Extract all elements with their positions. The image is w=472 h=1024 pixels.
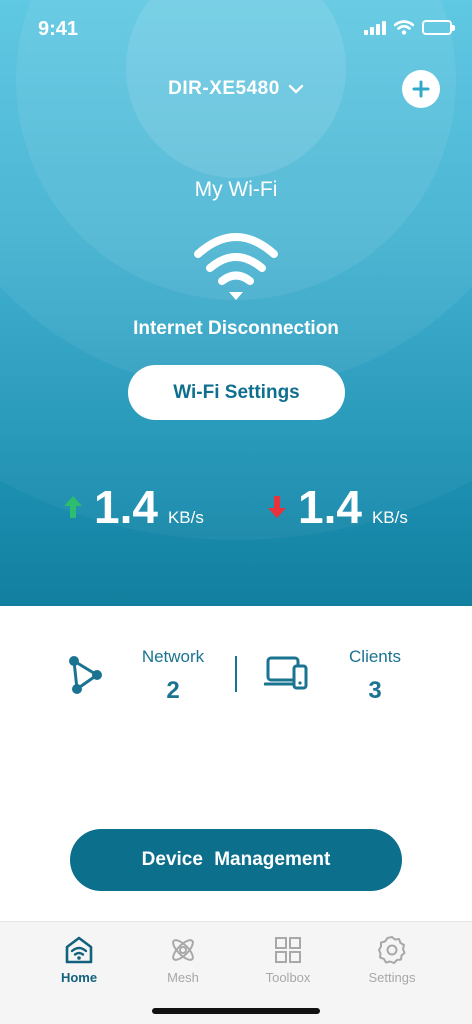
add-device-button[interactable] xyxy=(402,70,440,108)
device-name: DIR-XE5480 xyxy=(168,78,280,99)
tab-bar: Home Mesh Toolbox Settings xyxy=(0,921,472,1024)
mesh-icon xyxy=(172,939,194,961)
tab-label: Mesh xyxy=(167,970,199,985)
upload-arrow-icon xyxy=(64,496,82,518)
plus-icon xyxy=(412,80,430,98)
battery-icon xyxy=(422,20,455,35)
download-arrow-icon xyxy=(268,496,286,518)
network-icon[interactable] xyxy=(66,654,106,696)
download-speed: 1.4 KB/s xyxy=(266,480,408,534)
wifi-settings-button[interactable]: Wi-Fi Settings xyxy=(128,365,345,420)
hero-panel: 9:41 DIR-XE5480 My Wi-Fi Internet Discon… xyxy=(0,0,472,606)
clients-value[interactable]: 3 xyxy=(330,677,420,705)
upload-speed: 1.4 KB/s xyxy=(62,480,204,534)
wifi-large-icon xyxy=(194,233,278,300)
home-wifi-icon xyxy=(65,936,93,964)
status-bar: 9:41 xyxy=(0,0,472,58)
tab-label: Toolbox xyxy=(265,970,311,985)
download-unit: KB/s xyxy=(371,508,408,527)
gear-icon xyxy=(378,936,406,964)
devices-icon[interactable] xyxy=(264,654,310,694)
cellular-signal-icon xyxy=(364,20,386,35)
clients-label: Clients xyxy=(349,647,401,666)
download-value: 1.4 xyxy=(298,481,362,533)
tab-label: Home xyxy=(60,970,98,985)
status-icons xyxy=(364,20,455,35)
wifi-name: My Wi-Fi xyxy=(194,178,278,201)
tab-toolbox[interactable]: Toolbox xyxy=(243,934,333,985)
tab-mesh[interactable]: Mesh xyxy=(138,934,228,985)
upload-value: 1.4 xyxy=(94,481,158,533)
network-value[interactable]: 2 xyxy=(128,677,218,705)
connection-status: Internet Disconnection xyxy=(133,318,339,339)
network-label: Network xyxy=(141,647,205,666)
grid-icon xyxy=(275,937,301,963)
wifi-status-icon xyxy=(394,20,414,35)
tab-home[interactable]: Home xyxy=(34,934,124,985)
tab-settings[interactable]: Settings xyxy=(347,934,437,985)
home-indicator[interactable] xyxy=(152,1008,320,1014)
stats-divider xyxy=(235,656,237,692)
tab-label: Settings xyxy=(368,970,416,985)
upload-unit: KB/s xyxy=(167,508,204,527)
status-time: 9:41 xyxy=(38,18,79,40)
device-management-button[interactable]: Device Management xyxy=(70,829,402,891)
chevron-down-icon xyxy=(288,84,304,94)
